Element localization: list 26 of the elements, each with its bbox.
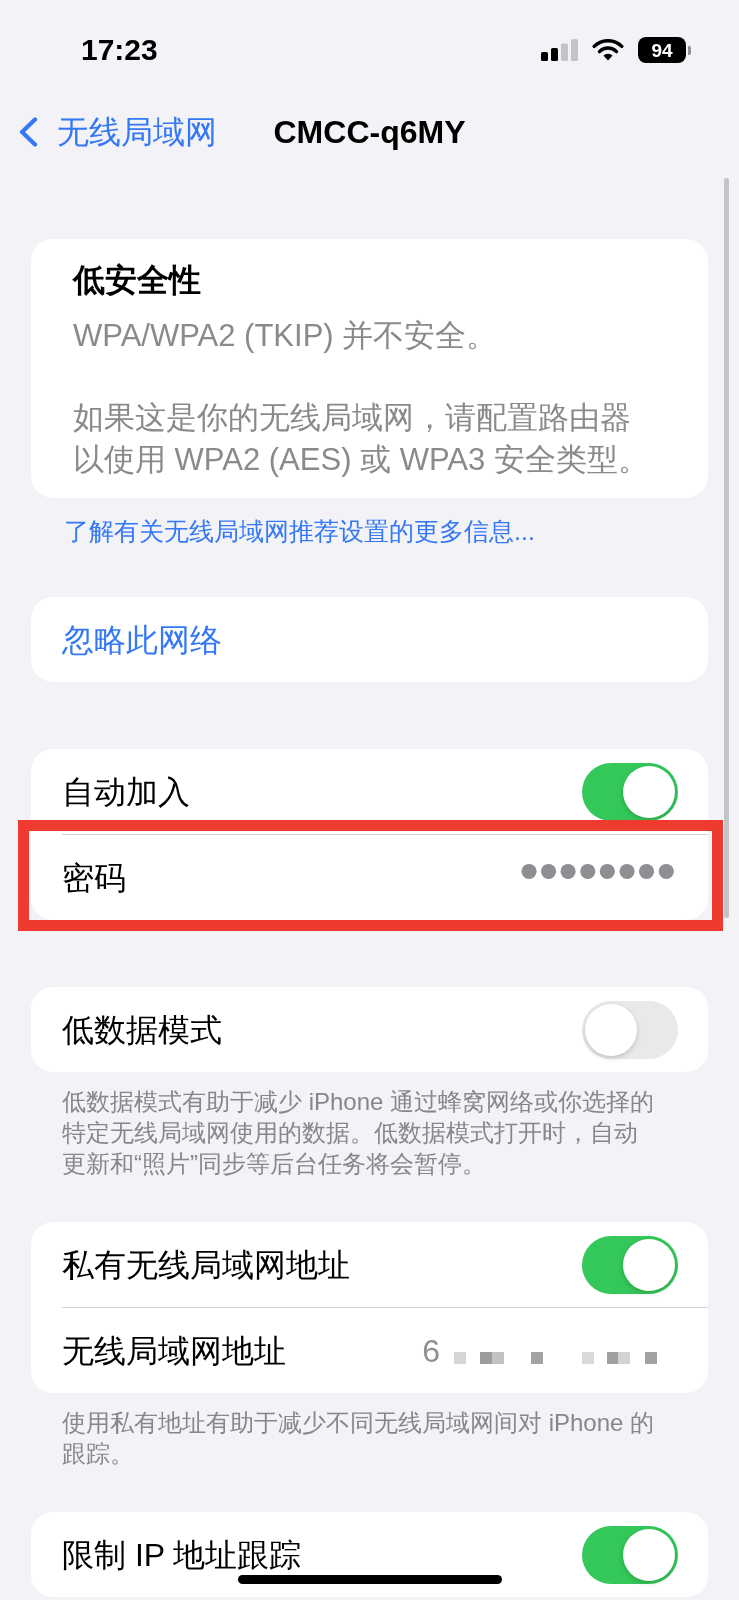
toggle-switch[interactable] xyxy=(582,1000,678,1059)
footer-note: 使用私有地址有助于减少不同无线局域网间对 iPhone 的跟踪。 xyxy=(62,1408,656,1469)
footer-note: 低数据模式有助于减少 iPhone 通过蜂窝网络或你选择的特定无线局域网使用的数据。低数据模式打开时，自动更新和“照片”同步等后台任务将会暂停。 xyxy=(62,1087,656,1179)
battery-indicator: 94 xyxy=(638,37,691,63)
row-label: 低数据模式 xyxy=(62,1013,222,1046)
row-label: 自动加入 xyxy=(62,775,190,808)
notice-text: 如果这是你的无线局域网，请配置路由器以使用 WPA2 (AES) 或 WPA3 安全类型。 xyxy=(73,399,650,479)
back-button[interactable]: 无线局域网 xyxy=(18,116,217,148)
row-label: 私有无线局域网地址 xyxy=(62,1248,350,1281)
cellular-signal-icon xyxy=(541,39,578,61)
row-label: 无线局域网地址 xyxy=(62,1334,286,1367)
row-label: 限制 IP 地址跟踪 xyxy=(62,1538,302,1571)
row-value: 6 xyxy=(422,1334,440,1367)
chevron-left-icon xyxy=(18,117,38,147)
notice-text: WPA/WPA2 (TKIP) 并不安全。 xyxy=(73,317,499,355)
toggle-switch[interactable] xyxy=(582,1235,678,1294)
wifi-icon xyxy=(592,39,624,61)
nav-title: CMCC-q6MY xyxy=(273,116,466,148)
forget-network-button[interactable]: 忽略此网络 xyxy=(31,597,708,682)
notice-title: 低安全性 xyxy=(73,261,202,300)
learn-more-link[interactable]: 了解有关无线局域网推荐设置的更多信息... xyxy=(64,515,535,547)
toggle-switch[interactable] xyxy=(582,1525,678,1584)
status-time: 17:23 xyxy=(81,35,158,65)
toggle-switch[interactable] xyxy=(582,762,678,821)
row-label: 密码 xyxy=(62,861,126,894)
masked-password-value: •••••••• xyxy=(519,842,676,899)
